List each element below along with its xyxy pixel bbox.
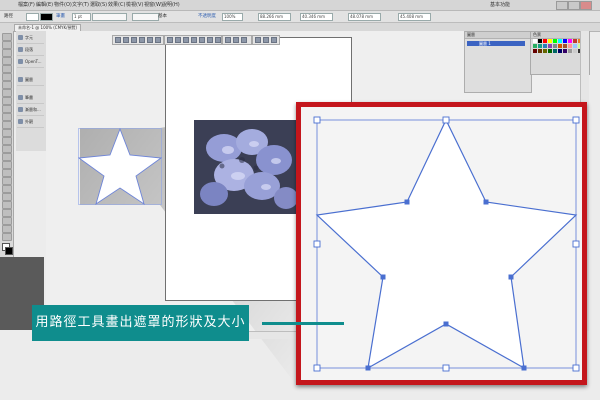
color-swatch[interactable] bbox=[553, 49, 557, 53]
color-swatch[interactable] bbox=[538, 39, 542, 43]
handle-bottom-center[interactable] bbox=[442, 364, 450, 372]
rotate-icon[interactable] bbox=[183, 37, 189, 43]
scale-icon[interactable] bbox=[191, 37, 197, 43]
edit-contents-icon[interactable] bbox=[271, 37, 277, 43]
align-center-icon[interactable] bbox=[123, 37, 129, 43]
color-swatch[interactable] bbox=[573, 44, 577, 48]
color-swatch[interactable] bbox=[573, 49, 577, 53]
anchor-point[interactable] bbox=[404, 199, 410, 205]
handle-bottom-right[interactable] bbox=[572, 364, 580, 372]
isolate-strip bbox=[222, 35, 252, 45]
transform-icon[interactable] bbox=[167, 37, 173, 43]
color-swatch[interactable] bbox=[548, 49, 552, 53]
color-swatch[interactable] bbox=[543, 44, 547, 48]
ungroup-icon[interactable] bbox=[241, 37, 247, 43]
zoom-inset bbox=[296, 102, 587, 385]
transform-strip bbox=[164, 35, 222, 45]
release-mask-icon[interactable] bbox=[263, 37, 269, 43]
color-swatch[interactable] bbox=[563, 39, 567, 43]
arrange-icon[interactable] bbox=[215, 37, 221, 43]
color-swatch[interactable] bbox=[553, 44, 557, 48]
color-swatch[interactable] bbox=[568, 44, 572, 48]
align-middle-icon[interactable] bbox=[147, 37, 153, 43]
handle-middle-right[interactable] bbox=[572, 240, 580, 248]
star-path-small[interactable] bbox=[78, 128, 162, 206]
star-path-magnified[interactable] bbox=[301, 107, 582, 380]
hydrangea-photo[interactable] bbox=[194, 120, 298, 214]
handle-top-center[interactable] bbox=[442, 116, 450, 124]
color-swatch[interactable] bbox=[543, 49, 547, 53]
shear-icon[interactable] bbox=[199, 37, 205, 43]
color-swatch[interactable] bbox=[553, 39, 557, 43]
callout-caption: 用路徑工具畫出遮罩的形狀及大小 bbox=[32, 305, 249, 341]
layer-row-selected[interactable]: 圖層 1 bbox=[467, 41, 525, 46]
layer-name: 圖層 1 bbox=[479, 41, 491, 46]
swatch-grid bbox=[533, 39, 587, 53]
align-left-icon[interactable] bbox=[115, 37, 121, 43]
color-swatch[interactable] bbox=[563, 49, 567, 53]
color-swatch[interactable] bbox=[543, 39, 547, 43]
anchor-point[interactable] bbox=[521, 365, 527, 371]
color-swatch[interactable] bbox=[538, 49, 542, 53]
callout-pointer-line bbox=[262, 322, 344, 325]
color-swatch[interactable] bbox=[533, 49, 537, 53]
color-swatch[interactable] bbox=[548, 44, 552, 48]
color-swatch[interactable] bbox=[563, 44, 567, 48]
color-swatch[interactable] bbox=[568, 39, 572, 43]
group-icon[interactable] bbox=[233, 37, 239, 43]
handle-bottom-left[interactable] bbox=[313, 364, 321, 372]
reflect-icon[interactable] bbox=[175, 37, 181, 43]
clipping-mask-icon[interactable] bbox=[255, 37, 261, 43]
isolate-icon[interactable] bbox=[225, 37, 231, 43]
color-swatch[interactable] bbox=[558, 44, 562, 48]
mask-strip bbox=[252, 35, 280, 45]
color-swatch[interactable] bbox=[533, 44, 537, 48]
align-strip-left bbox=[112, 35, 164, 45]
color-swatch[interactable] bbox=[548, 39, 552, 43]
layers-panel: 圖層 圖層 1 bbox=[464, 31, 532, 93]
star-path[interactable] bbox=[315, 118, 578, 370]
anchor-point[interactable] bbox=[365, 365, 371, 371]
handle-middle-left[interactable] bbox=[313, 240, 321, 248]
anchor-point[interactable] bbox=[380, 274, 386, 280]
handle-top-left[interactable] bbox=[313, 116, 321, 124]
color-swatch[interactable] bbox=[533, 39, 537, 43]
color-swatch[interactable] bbox=[568, 49, 572, 53]
anchor-point[interactable] bbox=[443, 321, 449, 327]
align-right-icon[interactable] bbox=[131, 37, 137, 43]
anchor-point[interactable] bbox=[508, 274, 514, 280]
color-swatch[interactable] bbox=[573, 39, 577, 43]
handle-top-right[interactable] bbox=[572, 116, 580, 124]
color-swatch[interactable] bbox=[558, 39, 562, 43]
align-top-icon[interactable] bbox=[139, 37, 145, 43]
layers-panel-tab[interactable]: 圖層 bbox=[465, 32, 531, 39]
move-icon[interactable] bbox=[207, 37, 213, 43]
color-swatch[interactable] bbox=[558, 49, 562, 53]
color-swatch[interactable] bbox=[538, 44, 542, 48]
align-bottom-icon[interactable] bbox=[155, 37, 161, 43]
anchor-point[interactable] bbox=[483, 199, 489, 205]
